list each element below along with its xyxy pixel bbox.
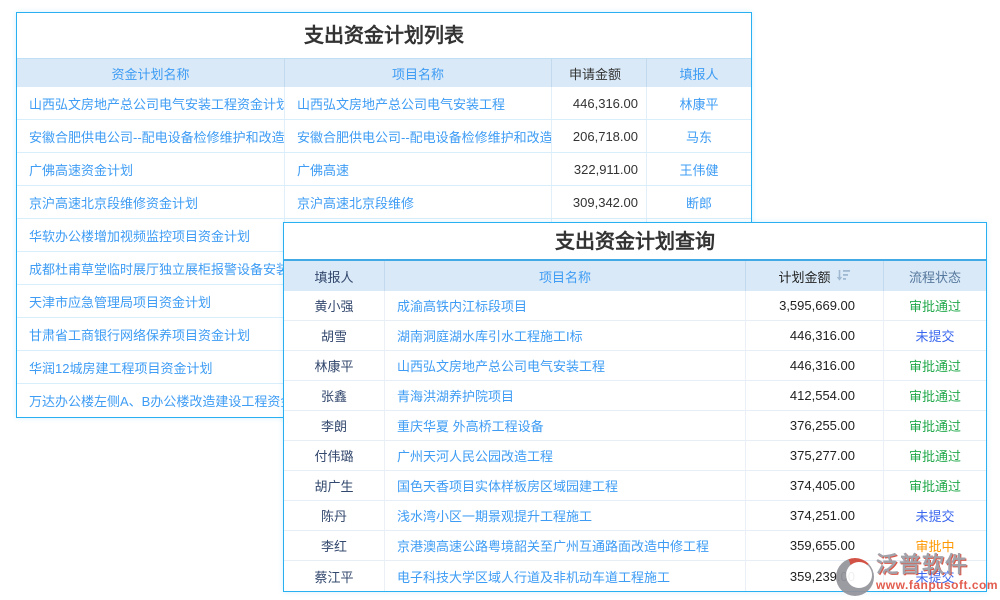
col-header-plan-name: 资金计划名称 xyxy=(17,59,285,87)
col-header-project-name: 项目名称 xyxy=(285,59,552,87)
plan-name-cell[interactable]: 天津市应急管理局项目资金计划 xyxy=(17,285,285,317)
project-name-cell[interactable]: 重庆华夏 外高桥工程设备 xyxy=(385,411,746,440)
filler-cell: 蔡江平 xyxy=(284,561,385,591)
plan-name-cell[interactable]: 成都杜甫草堂临时展厅独立展柜报警设备安装... xyxy=(17,252,285,284)
plan-name-cell[interactable]: 华软办公楼增加视频监控项目资金计划 xyxy=(17,219,285,251)
col-header-project-name: 项目名称 xyxy=(385,261,746,291)
expenditure-plan-query-panel: 支出资金计划查询 填报人 项目名称 计划金额 流程状态 黄小强 成渝高铁内江标段… xyxy=(283,222,987,592)
filler-cell: 林康平 xyxy=(284,351,385,380)
filler-cell[interactable]: 马东 xyxy=(647,120,751,152)
status-badge: 审批通过 xyxy=(884,471,986,500)
front-panel-title: 支出资金计划查询 xyxy=(284,223,986,261)
table-row[interactable]: 李朗 重庆华夏 外高桥工程设备 376,255.00 审批通过 xyxy=(284,411,986,441)
filler-cell: 张鑫 xyxy=(284,381,385,410)
plan-name-cell[interactable]: 华润12城房建工程项目资金计划 xyxy=(17,351,285,383)
project-name-cell[interactable]: 京港澳高速公路粤境韶关至广州互通路面改造中修工程 xyxy=(385,531,746,560)
col-header-request-amount: 申请金额 xyxy=(552,59,647,87)
planned-amount-label: 计划金额 xyxy=(778,267,830,286)
table-row[interactable]: 安徽合肥供电公司--配电设备检修维护和改造... 安徽合肥供电公司--配电设备检… xyxy=(17,120,751,153)
filler-cell: 胡雪 xyxy=(284,321,385,350)
watermark-text: 泛普软件 www.fanpusoft.com xyxy=(876,552,998,592)
project-name-cell[interactable]: 京沪高速北京段维修 xyxy=(285,186,552,218)
table-row[interactable]: 林康平 山西弘文房地产总公司电气安装工程 446,316.00 审批通过 xyxy=(284,351,986,381)
project-name-cell[interactable]: 安徽合肥供电公司--配电设备检修维护和改造 xyxy=(285,120,552,152)
plan-name-cell[interactable]: 广佛高速资金计划 xyxy=(17,153,285,185)
watermark-brand: 泛普软件 xyxy=(876,552,998,578)
status-badge: 未提交 xyxy=(884,321,986,350)
project-name-cell[interactable]: 成渝高铁内江标段项目 xyxy=(385,291,746,320)
table-row[interactable]: 付伟璐 广州天河人民公园改造工程 375,277.00 审批通过 xyxy=(284,441,986,471)
table-row[interactable]: 广佛高速资金计划 广佛高速 322,911.00 王伟健 xyxy=(17,153,751,186)
project-name-cell[interactable]: 电子科技大学区域人行道及非机动车道工程施工 xyxy=(385,561,746,591)
filler-cell: 胡广生 xyxy=(284,471,385,500)
amount-cell: 446,316.00 xyxy=(746,321,884,350)
amount-cell: 374,405.00 xyxy=(746,471,884,500)
status-badge: 审批通过 xyxy=(884,411,986,440)
table-row[interactable]: 张鑫 青海洪湖养护院项目 412,554.00 审批通过 xyxy=(284,381,986,411)
project-name-cell[interactable]: 浅水湾小区一期景观提升工程施工 xyxy=(385,501,746,530)
project-name-cell[interactable]: 国色天香项目实体样板房区域园建工程 xyxy=(385,471,746,500)
plan-name-cell[interactable]: 甘肃省工商银行网络保养项目资金计划 xyxy=(17,318,285,350)
filler-cell[interactable]: 林康平 xyxy=(647,87,751,119)
filler-cell[interactable]: 断郎 xyxy=(647,186,751,218)
vendor-watermark: 泛普软件 www.fanpusoft.com xyxy=(836,552,998,596)
filler-cell: 李红 xyxy=(284,531,385,560)
project-name-cell[interactable]: 广州天河人民公园改造工程 xyxy=(385,441,746,470)
amount-cell: 376,255.00 xyxy=(746,411,884,440)
amount-cell: 446,316.00 xyxy=(552,87,647,119)
amount-cell: 3,595,669.00 xyxy=(746,291,884,320)
status-badge: 审批通过 xyxy=(884,441,986,470)
front-table-header: 填报人 项目名称 计划金额 流程状态 xyxy=(284,261,986,291)
fanpu-logo-icon xyxy=(836,558,874,596)
amount-cell: 322,911.00 xyxy=(552,153,647,185)
filler-cell: 陈丹 xyxy=(284,501,385,530)
table-row[interactable]: 胡广生 国色天香项目实体样板房区域园建工程 374,405.00 审批通过 xyxy=(284,471,986,501)
status-badge: 审批通过 xyxy=(884,351,986,380)
table-row[interactable]: 陈丹 浅水湾小区一期景观提升工程施工 374,251.00 未提交 xyxy=(284,501,986,531)
filler-cell: 李朗 xyxy=(284,411,385,440)
project-name-cell[interactable]: 山西弘文房地产总公司电气安装工程 xyxy=(385,351,746,380)
watermark-url: www.fanpusoft.com xyxy=(876,578,998,592)
project-name-cell[interactable]: 湖南洞庭湖水库引水工程施工I标 xyxy=(385,321,746,350)
back-table-header: 资金计划名称 项目名称 申请金额 填报人 xyxy=(17,59,751,87)
col-header-planned-amount[interactable]: 计划金额 xyxy=(746,261,884,291)
project-name-cell[interactable]: 广佛高速 xyxy=(285,153,552,185)
amount-cell: 206,718.00 xyxy=(552,120,647,152)
status-badge: 未提交 xyxy=(884,501,986,530)
plan-name-cell[interactable]: 安徽合肥供电公司--配电设备检修维护和改造... xyxy=(17,120,285,152)
amount-cell: 374,251.00 xyxy=(746,501,884,530)
sort-amount-icon[interactable] xyxy=(837,269,851,284)
plan-name-cell[interactable]: 万达办公楼左侧A、B办公楼改造建设工程资金... xyxy=(17,384,285,417)
table-row[interactable]: 山西弘文房地产总公司电气安装工程资金计划 山西弘文房地产总公司电气安装工程 44… xyxy=(17,87,751,120)
col-header-filler: 填报人 xyxy=(647,59,751,87)
filler-cell: 付伟璐 xyxy=(284,441,385,470)
project-name-cell[interactable]: 青海洪湖养护院项目 xyxy=(385,381,746,410)
amount-cell: 412,554.00 xyxy=(746,381,884,410)
table-row[interactable]: 黄小强 成渝高铁内江标段项目 3,595,669.00 审批通过 xyxy=(284,291,986,321)
status-badge: 审批通过 xyxy=(884,381,986,410)
plan-name-cell[interactable]: 山西弘文房地产总公司电气安装工程资金计划 xyxy=(17,87,285,119)
col-header-filler: 填报人 xyxy=(284,261,385,291)
front-table-body: 黄小强 成渝高铁内江标段项目 3,595,669.00 审批通过 胡雪 湖南洞庭… xyxy=(284,291,986,591)
back-panel-title: 支出资金计划列表 xyxy=(17,13,751,59)
status-badge: 审批通过 xyxy=(884,291,986,320)
filler-cell: 黄小强 xyxy=(284,291,385,320)
project-name-cell[interactable]: 山西弘文房地产总公司电气安装工程 xyxy=(285,87,552,119)
table-row[interactable]: 京沪高速北京段维修资金计划 京沪高速北京段维修 309,342.00 断郎 xyxy=(17,186,751,219)
filler-cell[interactable]: 王伟健 xyxy=(647,153,751,185)
amount-cell: 309,342.00 xyxy=(552,186,647,218)
col-header-workflow-status: 流程状态 xyxy=(884,261,986,291)
amount-cell: 446,316.00 xyxy=(746,351,884,380)
plan-name-cell[interactable]: 京沪高速北京段维修资金计划 xyxy=(17,186,285,218)
table-row[interactable]: 胡雪 湖南洞庭湖水库引水工程施工I标 446,316.00 未提交 xyxy=(284,321,986,351)
amount-cell: 375,277.00 xyxy=(746,441,884,470)
